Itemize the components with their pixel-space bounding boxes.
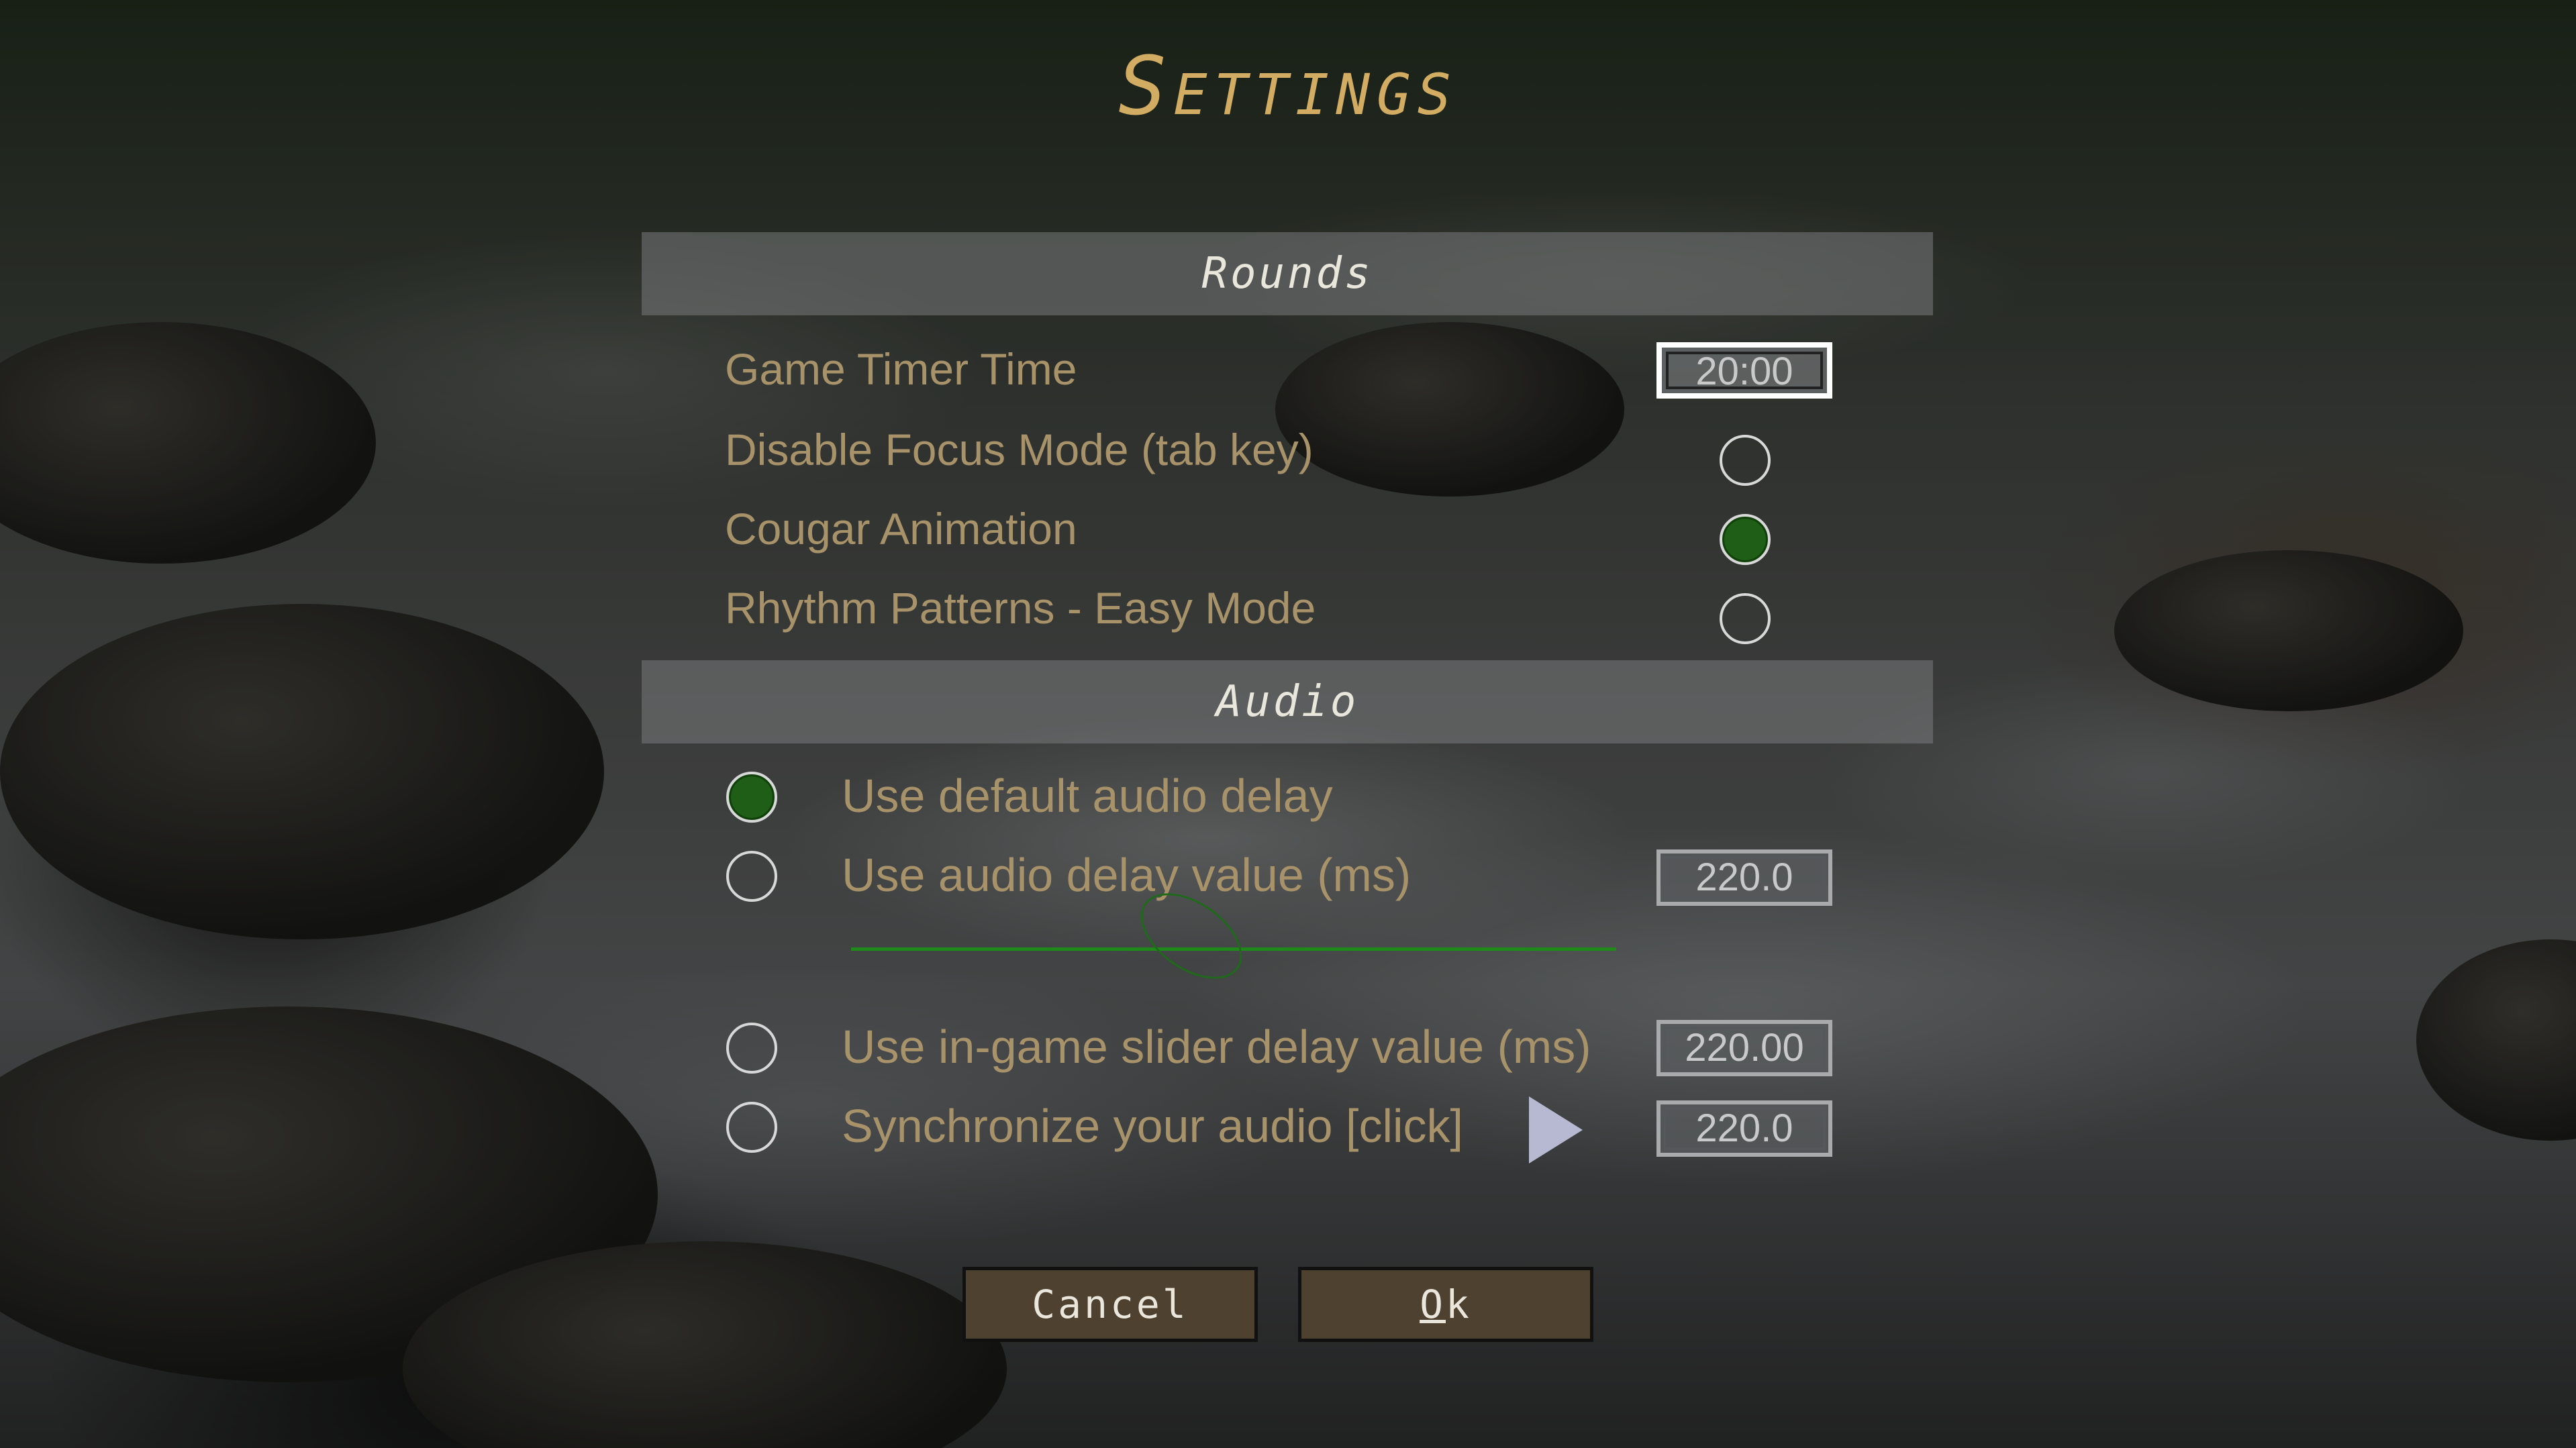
disable-focus-toggle[interactable] — [1720, 435, 1771, 486]
sync-audio-label[interactable]: Synchronize your audio [click] — [842, 1099, 1463, 1153]
ok-button-accel: O — [1420, 1282, 1446, 1327]
delay-value-radio[interactable] — [726, 851, 777, 902]
rhythm-easy-label: Rhythm Patterns - Easy Mode — [725, 583, 1316, 633]
default-delay-label: Use default audio delay — [842, 770, 1333, 822]
rounds-section-header: Rounds — [642, 232, 1933, 315]
delay-value-label: Use audio delay value (ms) — [842, 849, 1411, 901]
ok-button-rest: k — [1446, 1282, 1472, 1327]
ok-button[interactable]: Ok — [1298, 1267, 1593, 1342]
page-title: Settings — [1118, 40, 1458, 134]
sync-audio-radio[interactable] — [726, 1102, 777, 1153]
game-timer-input[interactable]: 20:00 — [1656, 342, 1832, 399]
cancel-button[interactable]: Cancel — [962, 1267, 1258, 1342]
sync-audio-value: 220.0 — [1656, 1100, 1832, 1157]
rhythm-easy-toggle[interactable] — [1720, 593, 1771, 644]
game-timer-label: Game Timer Time — [725, 344, 1077, 394]
cougar-animation-toggle[interactable] — [1720, 514, 1771, 565]
slider-delay-radio[interactable] — [726, 1023, 777, 1074]
slider-delay-label: Use in-game slider delay value (ms) — [842, 1021, 1591, 1073]
slider-delay-value: 220.00 — [1656, 1020, 1832, 1076]
default-delay-radio[interactable] — [726, 772, 777, 823]
delay-value-input[interactable]: 220.0 — [1656, 849, 1832, 906]
cougar-animation-label: Cougar Animation — [725, 504, 1077, 554]
disable-focus-label: Disable Focus Mode (tab key) — [725, 425, 1314, 474]
settings-screen: Settings Rounds Game Timer Time 20:00 Di… — [0, 0, 2576, 1448]
audio-section-header: Audio — [642, 660, 1933, 743]
play-icon[interactable] — [1529, 1096, 1583, 1163]
